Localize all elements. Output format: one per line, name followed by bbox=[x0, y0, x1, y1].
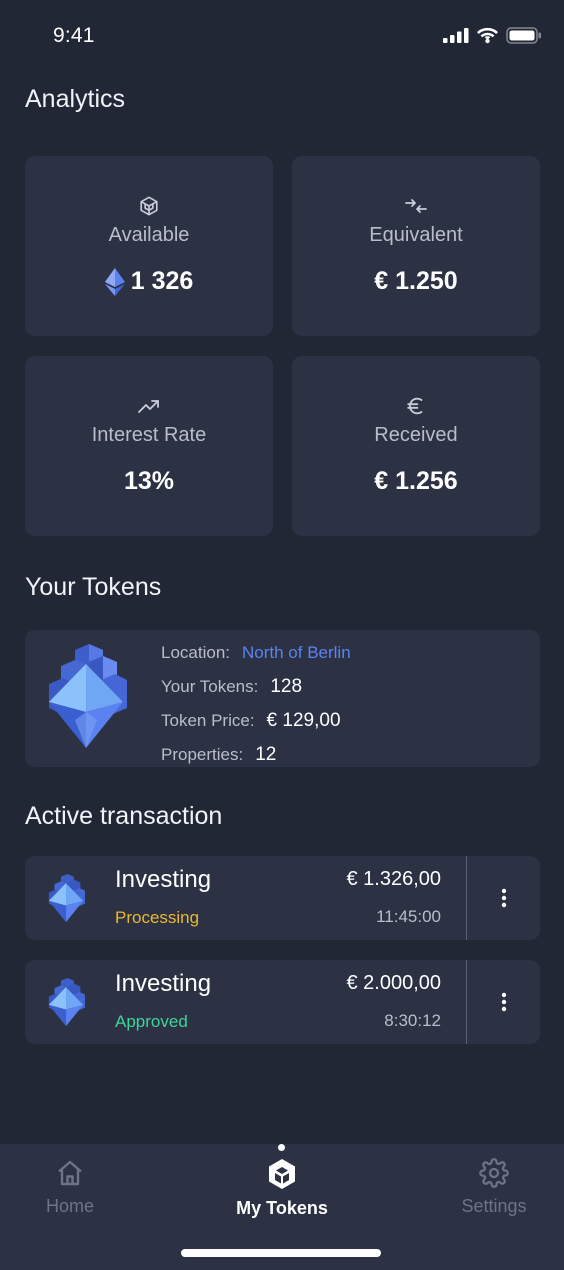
properties-label: Properties: bbox=[161, 745, 244, 764]
gear-icon bbox=[479, 1158, 509, 1188]
transaction-row[interactable]: Investing Approved € 2.000,00 8:30:12 bbox=[25, 960, 540, 1044]
more-options-button[interactable] bbox=[467, 960, 540, 1044]
transaction-status: Approved bbox=[115, 1012, 188, 1031]
token-gem-icon bbox=[47, 978, 85, 1033]
exchange-icon bbox=[404, 194, 428, 218]
tokens-icon bbox=[269, 1159, 295, 1189]
token-count-row: Your Tokens: 128 bbox=[161, 670, 351, 704]
signal-icon bbox=[443, 28, 469, 43]
more-options-button[interactable] bbox=[467, 856, 540, 940]
token-gem-icon bbox=[45, 644, 127, 757]
token-gem-icon bbox=[47, 874, 85, 929]
stat-label: Received bbox=[374, 424, 458, 446]
available-value: 1 326 bbox=[130, 267, 194, 295]
transaction-title: Investing bbox=[115, 866, 212, 893]
stat-label: Equivalent bbox=[369, 224, 463, 246]
transaction-status: Processing bbox=[115, 908, 200, 927]
received-value: € 1.256 bbox=[374, 467, 458, 495]
available-card[interactable]: Available 1 326 bbox=[25, 156, 273, 336]
tab-home[interactable]: Home bbox=[0, 1158, 140, 1217]
transactions-title: Active transaction bbox=[25, 802, 223, 830]
tab-label: My Tokens bbox=[236, 1198, 328, 1218]
battery-icon bbox=[506, 26, 541, 44]
more-vertical-icon bbox=[501, 992, 506, 1012]
equivalent-value: € 1.250 bbox=[374, 267, 458, 295]
tokens-title: Your Tokens bbox=[25, 573, 162, 601]
tab-settings[interactable]: Settings bbox=[424, 1158, 564, 1217]
transaction-title: Investing bbox=[115, 970, 212, 997]
more-vertical-icon bbox=[501, 888, 506, 908]
tab-label: Home bbox=[45, 1196, 94, 1216]
equivalent-card[interactable]: Equivalent € 1.250 bbox=[292, 156, 540, 336]
properties-value: 12 bbox=[255, 744, 277, 765]
status-bar: 9:41 bbox=[0, 0, 564, 72]
interest-rate-value: 13% bbox=[123, 467, 175, 495]
token-location-row: Location: North of Berlin bbox=[161, 636, 351, 670]
transaction-amount: € 2.000,00 bbox=[346, 972, 441, 994]
stat-value: 1 326 bbox=[104, 267, 194, 296]
your-tokens-value: 128 bbox=[270, 676, 303, 697]
interest-rate-card[interactable]: Interest Rate 13% bbox=[25, 356, 273, 536]
stat-label: Interest Rate bbox=[91, 424, 207, 446]
ethereum-icon bbox=[104, 267, 125, 296]
transaction-time: 8:30:12 bbox=[384, 1011, 441, 1030]
location-label: Location: bbox=[161, 643, 230, 662]
euro-icon bbox=[405, 394, 427, 418]
transaction-row[interactable]: Investing Processing € 1.326,00 11:45:00 bbox=[25, 856, 540, 940]
transaction-time: 11:45:00 bbox=[376, 907, 441, 926]
location-link[interactable]: North of Berlin bbox=[242, 643, 351, 663]
tab-bar: Home My Tokens Settings bbox=[0, 1144, 564, 1270]
token-price-label: Token Price: bbox=[161, 711, 255, 730]
received-card[interactable]: Received € 1.256 bbox=[292, 356, 540, 536]
token-card[interactable]: Location: North of Berlin Your Tokens: 1… bbox=[25, 630, 540, 767]
active-tab-indicator bbox=[278, 1144, 285, 1151]
trending-up-icon bbox=[137, 394, 161, 418]
home-icon bbox=[58, 1160, 82, 1186]
token-price-row: Token Price: € 129,00 bbox=[161, 704, 351, 738]
stat-label: Available bbox=[108, 224, 190, 246]
home-indicator bbox=[181, 1249, 381, 1257]
token-price-value: € 129,00 bbox=[266, 710, 341, 731]
status-icons bbox=[443, 24, 542, 46]
wifi-icon bbox=[477, 27, 498, 43]
analytics-title: Analytics bbox=[25, 85, 126, 113]
tab-my-tokens[interactable]: My Tokens bbox=[212, 1144, 352, 1219]
cube-icon bbox=[138, 194, 160, 218]
token-properties-row: Properties: 12 bbox=[161, 738, 351, 772]
transaction-amount: € 1.326,00 bbox=[346, 868, 441, 890]
tab-label: Settings bbox=[461, 1196, 527, 1216]
status-time: 9:41 bbox=[53, 24, 95, 47]
your-tokens-label: Your Tokens: bbox=[161, 677, 259, 696]
